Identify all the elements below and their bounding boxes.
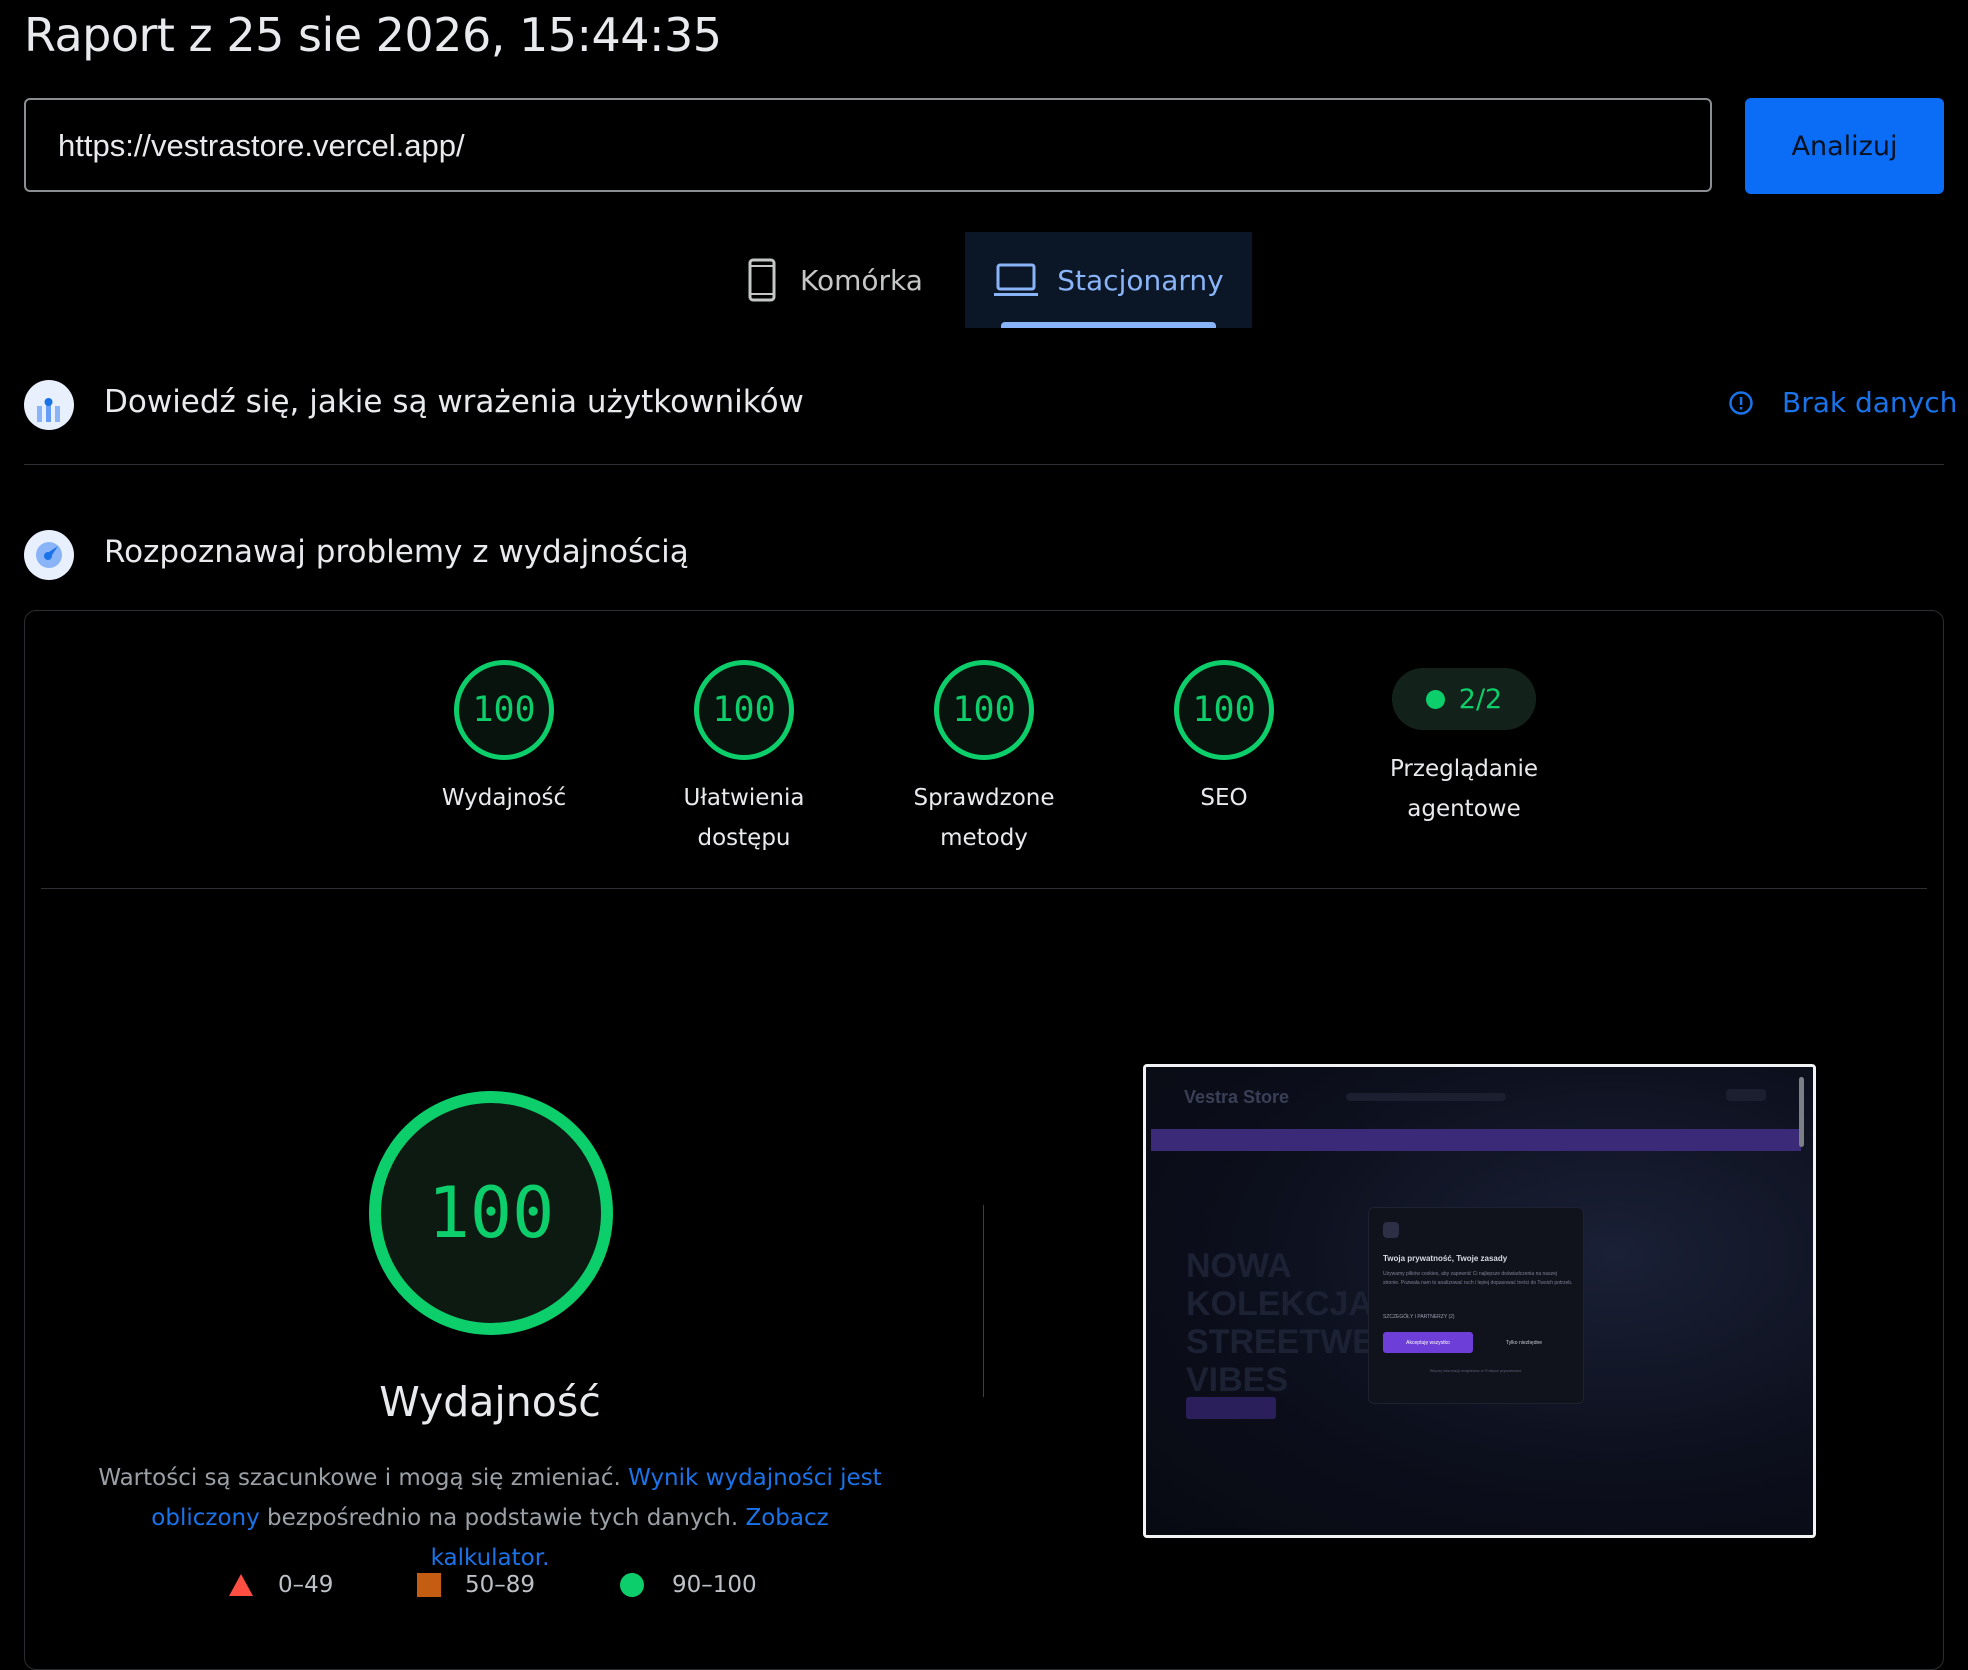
square-icon [417, 1573, 441, 1597]
score-label: Sprawdzone metody [913, 785, 1055, 851]
score-value: 100 [694, 660, 794, 760]
tab-mobile[interactable]: Komórka [748, 232, 968, 328]
pass-dot-icon [1425, 689, 1445, 709]
score-agentic-browsing[interactable]: 2/2 Przeglądanie agentowe [1364, 660, 1564, 829]
legend-range: 0–49 [278, 1572, 334, 1598]
score-label: Przeglądanie agentowe [1389, 756, 1539, 822]
score-value: 100 [934, 660, 1034, 760]
screenshot-cta [1186, 1397, 1276, 1419]
analyze-button[interactable]: Analizuj [1745, 98, 1944, 194]
dialog-body: Używamy plików cookies, aby zapewnić Ci … [1383, 1271, 1573, 1286]
score-label: Wydajność [441, 785, 567, 811]
score-label: Ułatwienia dostępu [683, 785, 805, 851]
score-gauge-performance[interactable]: 100 Wydajność [404, 660, 604, 818]
score-gauge-best-practices[interactable]: 100 Sprawdzone metody [884, 660, 1084, 858]
legend-range: 50–89 [465, 1572, 536, 1598]
dialog-logo-icon [1383, 1222, 1399, 1238]
no-data-label: Brak danych [1782, 386, 1958, 419]
accept-all-button: Akceptuję wszystko [1383, 1332, 1473, 1353]
legend-range: 90–100 [672, 1572, 757, 1598]
field-data-title: Dowiedź się, jakie są wrażenia użytkowni… [104, 384, 804, 420]
performance-description: Wartości są szacunkowe i mogą się zmieni… [90, 1458, 890, 1578]
score-gauge-seo[interactable]: 100 SEO [1124, 660, 1324, 818]
page-screenshot[interactable]: Vestra Store NOWA KOLEKCJA STREETWEAR VI… [1143, 1064, 1816, 1538]
dialog-title: Twoja prywatność, Twoje zasady [1383, 1254, 1508, 1263]
lighthouse-icon [24, 530, 74, 580]
dialog-footer: Więcej informacji znajdziesz w Polityce … [1429, 1368, 1523, 1373]
legend-item-pass: 90–100 [620, 1572, 757, 1598]
vertical-divider [983, 1205, 984, 1397]
screenshot-brand: Vestra Store [1184, 1087, 1290, 1107]
tab-desktop[interactable]: Stacjonarny [965, 232, 1252, 328]
url-field[interactable] [24, 98, 1712, 192]
card-divider [41, 888, 1927, 889]
score-gauge-accessibility[interactable]: 100 Ułatwienia dostępu [644, 660, 844, 858]
tab-desktop-label: Stacjonarny [1057, 263, 1224, 297]
crux-icon [24, 380, 74, 430]
score-label: SEO [1200, 785, 1248, 811]
dialog-select: SZCZEGÓŁY I PARTNERZY (2) [1383, 1314, 1455, 1320]
triangle-icon [228, 1573, 254, 1597]
laptop-icon [993, 262, 1039, 298]
score-value: 100 [454, 660, 554, 760]
legend-item-average: 50–89 [417, 1572, 535, 1598]
phone-icon [748, 258, 776, 302]
screenshot-promo-bar [1151, 1129, 1801, 1151]
description-text: Wartości są szacunkowe i mogą się zmieni… [98, 1465, 629, 1491]
screenshot-nav-icons [1726, 1089, 1766, 1101]
active-tab-indicator [1001, 322, 1216, 328]
url-input[interactable] [56, 100, 1660, 192]
info-icon [1728, 390, 1754, 416]
necessary-only-button: Tylko niezbędne [1505, 1339, 1543, 1346]
performance-gauge: 100 [369, 1091, 613, 1335]
no-data-link[interactable]: Brak danych [1728, 386, 1957, 419]
legend-item-fail: 0–49 [228, 1572, 333, 1598]
score-value: 100 [1174, 660, 1274, 760]
page-title: Raport z 25 sie 2026, 15:44:35 [24, 8, 722, 62]
tab-mobile-label: Komórka [800, 263, 923, 297]
screenshot-nav [1346, 1093, 1506, 1101]
description-text: bezpośrednio na podstawie tych danych. [259, 1505, 746, 1531]
agentic-value: 2/2 [1458, 683, 1503, 715]
performance-label: Wydajność [379, 1378, 601, 1426]
screenshot-scrollbar [1799, 1077, 1804, 1147]
cookie-dialog: Twoja prywatność, Twoje zasady Używamy p… [1368, 1207, 1584, 1404]
section-divider [24, 464, 1944, 465]
lab-data-title: Rozpoznawaj problemy z wydajnością [104, 534, 689, 570]
screenshot-hero-text: NOWA KOLEKCJA STREETWEAR VIBES [1186, 1247, 1424, 1399]
circle-icon [620, 1573, 644, 1597]
agentic-pill: 2/2 [1392, 668, 1536, 730]
